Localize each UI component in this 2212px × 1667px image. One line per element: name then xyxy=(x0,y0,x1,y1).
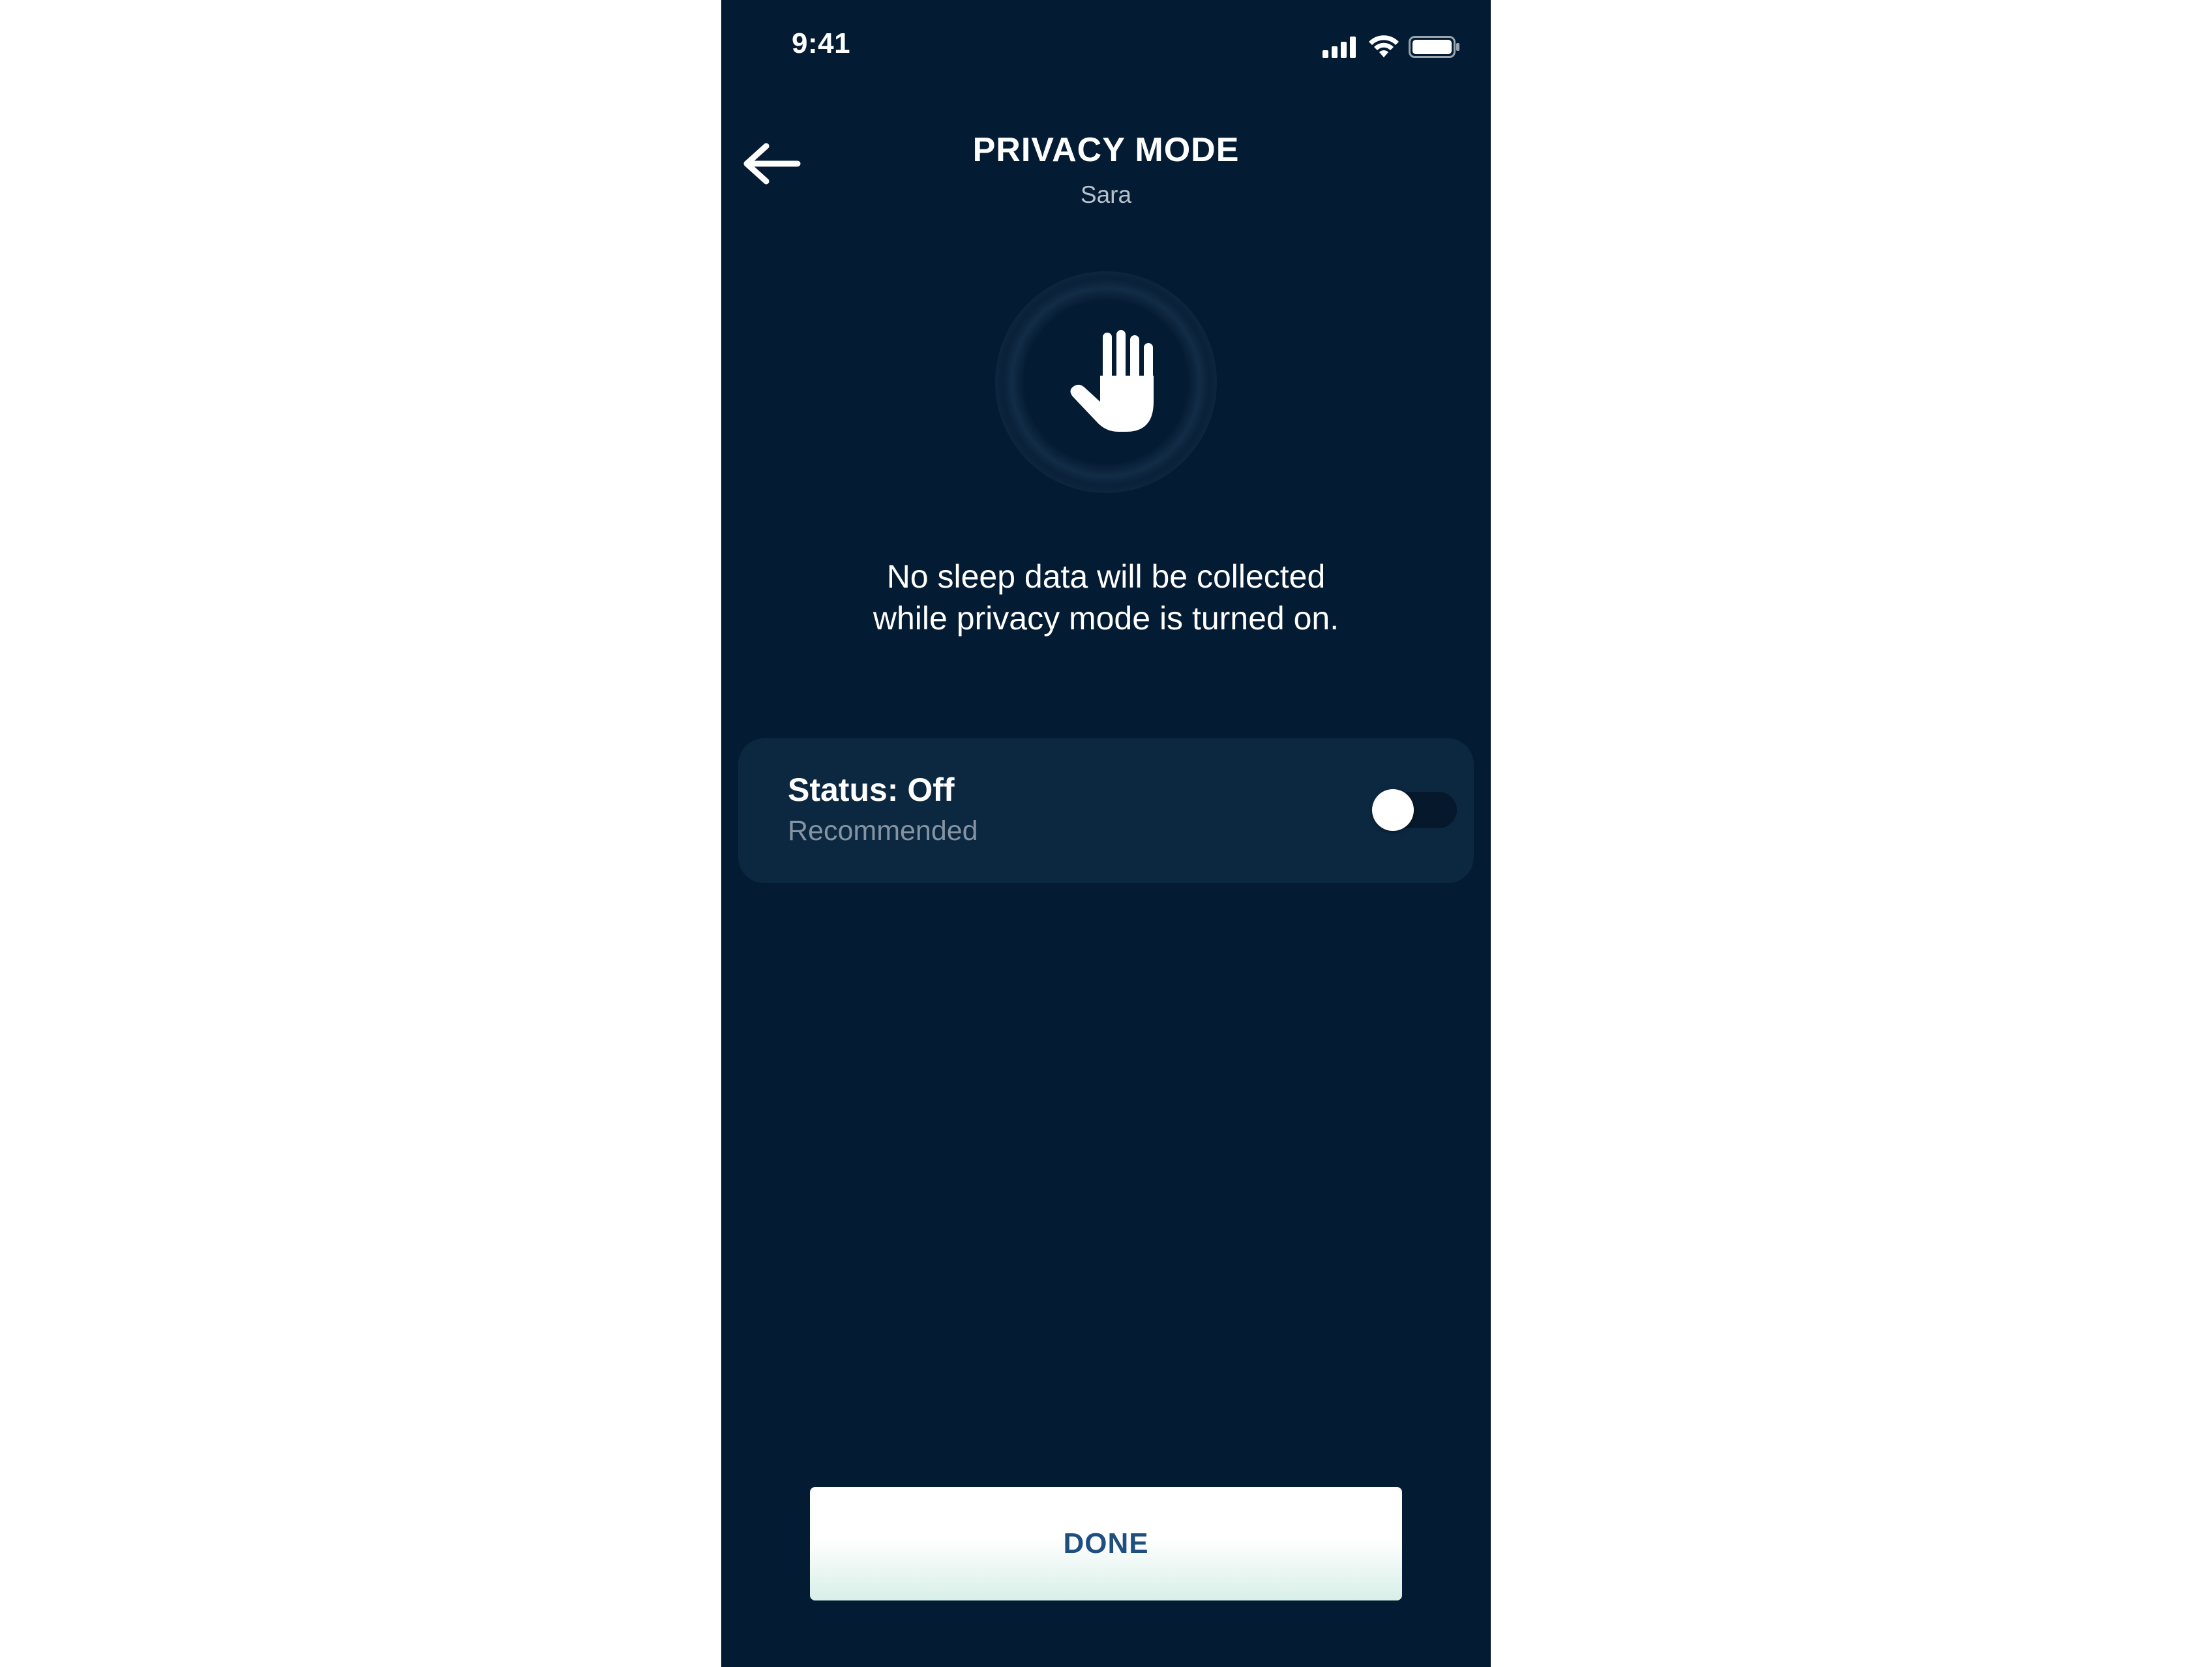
description-line-1: No sleep data will be collected xyxy=(886,558,1326,595)
privacy-mode-toggle[interactable] xyxy=(1372,789,1457,831)
done-button[interactable]: DONE xyxy=(810,1487,1402,1600)
status-icons xyxy=(1323,33,1461,61)
page-subtitle: Sara xyxy=(1080,181,1132,208)
status-label: Status: Off xyxy=(788,772,955,808)
battery-icon xyxy=(1409,36,1459,58)
status-time: 9:41 xyxy=(792,27,851,59)
done-button-label: DONE xyxy=(1063,1527,1149,1559)
page-title: PRIVACY MODE xyxy=(972,131,1240,169)
wifi-icon xyxy=(1369,35,1399,57)
description-line-2: while privacy mode is turned on. xyxy=(873,600,1339,637)
cellular-signal-icon xyxy=(1323,37,1356,58)
status-recommended-label: Recommended xyxy=(788,815,978,847)
toggle-knob xyxy=(1372,789,1414,831)
privacy-description: No sleep data will be collected while pr… xyxy=(721,556,1491,639)
phone-screen: 9:41 PRIVACY MODE Sara No sleep data wil… xyxy=(721,0,1491,1667)
raised-hand-icon xyxy=(1070,330,1154,432)
hand-icon-halo xyxy=(995,271,1217,493)
privacy-status-card: Status: Off Recommended xyxy=(738,738,1474,883)
